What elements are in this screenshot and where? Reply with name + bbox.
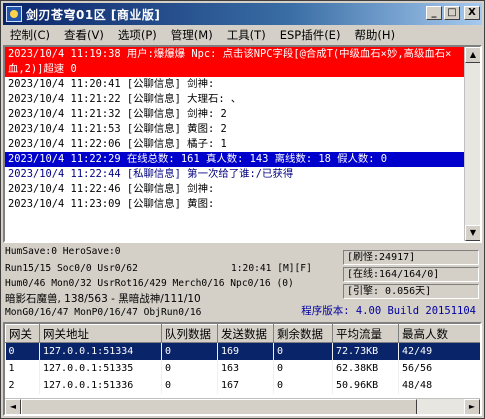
- col-gateway[interactable]: 网关: [5, 324, 40, 343]
- table-row[interactable]: 2 127.0.0.1:51336 0 167 0 50.96KB 48/48: [5, 376, 480, 394]
- table-cell: 0: [5, 342, 40, 360]
- program-version: 程序版本: 4.00 Build 20151104: [301, 305, 476, 317]
- scroll-down-icon[interactable]: ▼: [465, 225, 480, 241]
- table-cell: 62.38KB: [332, 359, 399, 377]
- scroll-up-icon[interactable]: ▲: [465, 47, 480, 63]
- log-line: 2023/10/4 11:21:22 [公聊信息] 大理石: 、: [8, 93, 242, 105]
- log-line: 2023/10/4 11:22:06 [公聊信息] 橘子: 1: [8, 138, 227, 150]
- log-line: 2023/10/4 11:21:32 [公聊信息] 剑神: 2: [8, 108, 227, 120]
- menu-view[interactable]: 查看(V): [57, 26, 111, 44]
- scroll-thumb[interactable]: [21, 399, 417, 414]
- menu-options[interactable]: 选项(P): [111, 26, 164, 44]
- log-line: 2023/10/4 11:23:09 [公聊信息] 黄图:: [8, 198, 215, 210]
- log-scrollbar[interactable]: ▲ ▼: [464, 47, 480, 241]
- menu-esp-plugins[interactable]: ESP插件(E): [273, 26, 348, 44]
- close-button[interactable]: X: [464, 6, 480, 20]
- menu-help[interactable]: 帮助(H): [347, 26, 402, 44]
- table-hscrollbar[interactable]: ◄ ►: [5, 398, 480, 414]
- map-info: 暗影石魔兽, 138/563 - 黑暗战神/111/10: [5, 293, 201, 305]
- run-status: Run15/15 Soc0/0 Usr0/62: [5, 263, 138, 274]
- menu-bar: 控制(C) 查看(V) 选项(P) 管理(M) 工具(T) ESP插件(E) 帮…: [3, 26, 482, 44]
- online-counter: [在线:164/164/0]: [343, 267, 479, 282]
- scroll-right-icon[interactable]: ►: [464, 399, 480, 414]
- menu-tools[interactable]: 工具(T): [220, 26, 273, 44]
- refresh-monster-counter: [刷怪:24917]: [343, 250, 479, 265]
- table-cell: 127.0.0.1:51336: [39, 376, 162, 394]
- menu-manage[interactable]: 管理(M): [164, 26, 220, 44]
- table-cell: 72.73KB: [332, 342, 399, 360]
- table-cell: 0: [161, 342, 218, 360]
- table-cell: 1: [5, 359, 40, 377]
- log-lines: 2023/10/4 11:19:38 用户:爆爆爆 Npc: 点击该NPC字段[…: [5, 47, 465, 241]
- maximize-button[interactable]: □: [444, 6, 460, 20]
- table-cell: 0: [273, 376, 333, 394]
- table-cell: 127.0.0.1:51334: [39, 342, 162, 360]
- engine-uptime: [引擎: 0.056天]: [343, 284, 479, 299]
- scroll-left-icon[interactable]: ◄: [5, 399, 21, 414]
- log-line-alert: 2023/10/4 11:19:38 用户:爆爆爆 Npc: 点击该NPC字段[…: [5, 47, 465, 77]
- gateway-grid: 网关 网关地址 队列数据 发送数据 剩余数据 平均流量 最高人数 0 127.0…: [5, 324, 480, 394]
- table-cell: 0: [273, 359, 333, 377]
- table-cell: 0: [273, 342, 333, 360]
- col-max-users[interactable]: 最高人数: [398, 324, 480, 343]
- window-controls: _ □ X: [426, 6, 480, 20]
- table-cell: 167: [217, 376, 274, 394]
- server-clock: 1:20:41 [M][F]: [231, 263, 312, 274]
- table-header-row: 网关 网关地址 队列数据 发送数据 剩余数据 平均流量 最高人数: [5, 324, 480, 343]
- col-sent-data[interactable]: 发送数据: [217, 324, 274, 343]
- log-line: 2023/10/4 11:21:53 [公聊信息] 黄图: 2: [8, 123, 227, 135]
- app-icon: [6, 6, 22, 22]
- table-cell: 0: [161, 376, 218, 394]
- table-row[interactable]: 1 127.0.0.1:51335 0 163 0 62.38KB 56/56: [5, 359, 480, 377]
- table-cell: 42/49: [398, 342, 480, 360]
- log-line: 2023/10/4 11:20:41 [公聊信息] 剑神:: [8, 78, 215, 90]
- server-window: 剑刃苍穹01区 [商业版] _ □ X 控制(C) 查看(V) 选项(P) 管理…: [0, 0, 485, 419]
- object-counts: Hum0/46 Mon0/32 UsrRot16/429 Merch0/16 N…: [5, 278, 294, 289]
- col-avg-traffic[interactable]: 平均流量: [332, 324, 399, 343]
- status-panel: HumSave:0 HeroSave:0 Run15/15 Soc0/0 Usr…: [3, 245, 482, 321]
- save-status: HumSave:0 HeroSave:0: [5, 246, 121, 257]
- monster-counts: MonG0/16/47 MonP0/16/47 ObjRun0/16: [5, 307, 202, 318]
- log-line: 2023/10/4 11:22:46 [公聊信息] 剑神:: [8, 183, 215, 195]
- table-cell: 50.96KB: [332, 376, 399, 394]
- log-panel[interactable]: 2023/10/4 11:19:38 用户:爆爆爆 Npc: 点击该NPC字段[…: [3, 45, 482, 243]
- log-line-online-summary: 2023/10/4 11:22:29 在线总数: 161 真人数: 143 离线…: [5, 152, 465, 167]
- table-cell: 56/56: [398, 359, 480, 377]
- table-cell: 169: [217, 342, 274, 360]
- window-title: 剑刃苍穹01区 [商业版]: [26, 7, 161, 22]
- table-row[interactable]: 0 127.0.0.1:51334 0 169 0 72.73KB 42/49: [5, 342, 480, 360]
- menu-control[interactable]: 控制(C): [3, 26, 57, 44]
- col-remaining-data[interactable]: 剩余数据: [273, 324, 333, 343]
- table-cell: 48/48: [398, 376, 480, 394]
- table-cell: 127.0.0.1:51335: [39, 359, 162, 377]
- title-bar[interactable]: 剑刃苍穹01区 [商业版] _ □ X: [3, 3, 482, 25]
- table-cell: 163: [217, 359, 274, 377]
- minimize-button[interactable]: _: [426, 6, 442, 20]
- table-cell: 0: [161, 359, 218, 377]
- col-gateway-address[interactable]: 网关地址: [39, 324, 162, 343]
- col-queue-data[interactable]: 队列数据: [161, 324, 218, 343]
- table-cell: 2: [5, 376, 40, 394]
- log-line-private: 2023/10/4 11:22:44 [私聊信息] 第一次给了谁:/已获得: [8, 168, 294, 180]
- gateway-table[interactable]: 网关 网关地址 队列数据 发送数据 剩余数据 平均流量 最高人数 0 127.0…: [3, 322, 482, 416]
